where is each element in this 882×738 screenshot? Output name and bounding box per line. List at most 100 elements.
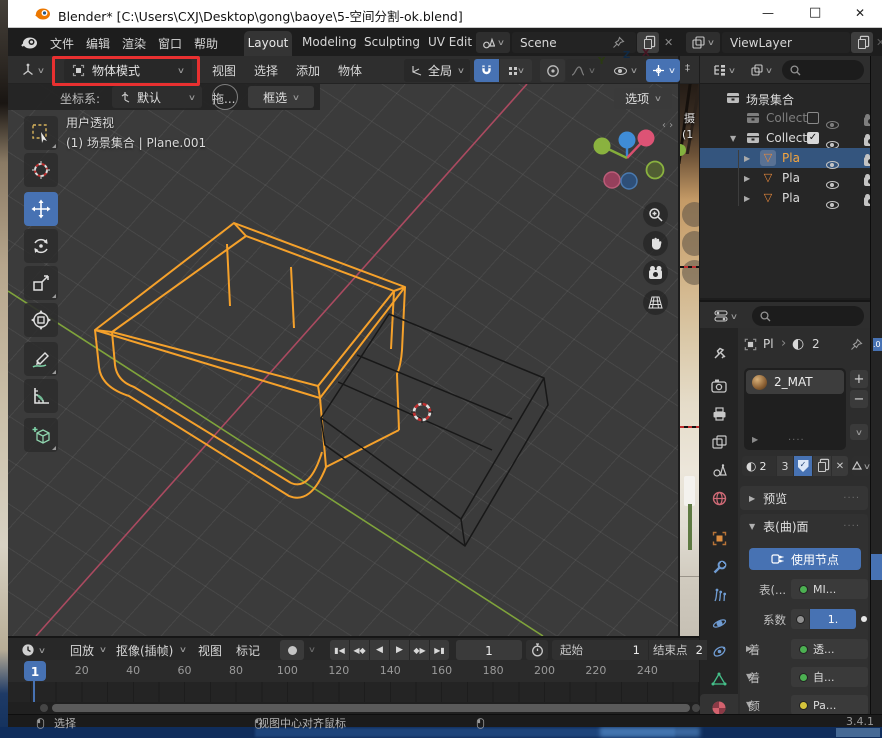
next-keyframe-button[interactable]: ◆▶ — [410, 640, 429, 660]
menu-add[interactable]: 添加 — [296, 62, 320, 79]
gizmo-y-label[interactable]: Y — [598, 56, 605, 67]
pan-button[interactable] — [643, 231, 668, 256]
resize-grip[interactable]: ···· — [788, 435, 805, 446]
tab-scene[interactable] — [700, 456, 738, 484]
outliner-row-collection[interactable]: ▼ Collect — [700, 128, 871, 148]
auto-keying-button[interactable] — [280, 640, 304, 660]
ortho-toggle-button[interactable] — [643, 290, 668, 315]
falloff-dropdown[interactable] — [566, 59, 600, 82]
outliner-row-object[interactable]: ▶ ▽ Pla — [700, 168, 871, 188]
surface-shader-widget[interactable]: MI... — [791, 579, 868, 599]
zoom-button[interactable] — [643, 202, 668, 227]
material-browse-field[interactable]: ◐ 2 — [742, 456, 776, 476]
gizmos-dropdown[interactable] — [646, 59, 680, 82]
gizmo-z-label[interactable]: Z — [623, 50, 630, 61]
outliner-search-input[interactable] — [782, 60, 864, 80]
viewlayer-browse-button[interactable] — [686, 32, 720, 53]
tab-output[interactable] — [700, 400, 738, 428]
menu-view-timeline[interactable]: 视图 — [198, 642, 222, 659]
jump-to-end-button[interactable]: ▶▮ — [430, 640, 449, 660]
prev-keyframe-button[interactable]: ◀◆ — [350, 640, 369, 660]
outliner-row-collection-hidden[interactable]: Collect — [700, 108, 871, 128]
scene-unlink-icon[interactable]: ✕ — [664, 36, 673, 49]
breadcrumb-object[interactable]: Pl — [763, 337, 774, 351]
options-dropdown[interactable]: 选项 — [614, 88, 672, 109]
tab-physics[interactable] — [700, 609, 738, 637]
menu-render[interactable]: 渲染 — [122, 35, 146, 52]
editor-type-button[interactable] — [14, 59, 50, 81]
current-frame-indicator[interactable]: 1 — [24, 661, 46, 681]
outliner-filter-button[interactable] — [744, 60, 778, 80]
tool-cursor[interactable] — [24, 153, 58, 187]
viewlayer-name-field[interactable]: ViewLayer — [722, 32, 850, 53]
material-slot-list[interactable]: 2_MAT ▶ ···· — [744, 368, 846, 450]
remove-slot-button[interactable]: − — [850, 390, 868, 408]
timeline-editor-type-button[interactable] — [14, 640, 52, 660]
viewport-3d[interactable]: Y Z X 用户透视 (1) 场景集合 | Plane.001 坐标系: 默认 … — [8, 84, 678, 636]
shader1-widget[interactable]: 透... — [791, 639, 868, 659]
material-slot-row[interactable]: 2_MAT — [746, 370, 844, 394]
visibility-dropdown[interactable] — [608, 59, 642, 82]
use-nodes-button[interactable]: 使用节点 — [749, 548, 861, 570]
exclude-checkbox[interactable] — [807, 132, 819, 144]
play-button[interactable]: ▶ — [390, 640, 409, 660]
tool-measure[interactable] — [24, 379, 58, 413]
keyframe-dot[interactable] — [861, 616, 867, 622]
menu-window[interactable]: 窗口 — [158, 35, 182, 52]
scene-browse-button[interactable] — [476, 32, 510, 53]
coord-system-dropdown[interactable]: 默认 — [112, 86, 202, 108]
menu-playback[interactable]: 回放 — [70, 642, 94, 659]
outliner-row-object[interactable]: ▶ ▽ Pla — [700, 188, 871, 208]
box-select-dropdown[interactable]: 框选 — [248, 86, 314, 108]
expand-triangle-icon[interactable]: ▶ — [744, 154, 750, 163]
camera-view-button[interactable] — [643, 260, 668, 285]
menu-object[interactable]: 物体 — [338, 62, 362, 79]
workspace-tab-modeling[interactable]: Modeling — [302, 35, 357, 49]
tab-view-layer[interactable] — [700, 428, 738, 456]
add-slot-button[interactable]: + — [850, 370, 868, 388]
scrollbar-right-cap[interactable] — [692, 704, 700, 712]
pin-icon[interactable] — [612, 36, 625, 49]
scrollbar-thumb[interactable] — [52, 704, 690, 712]
scrollbar-left-cap[interactable] — [40, 704, 48, 712]
expand-triangle-icon[interactable]: ▶ — [744, 174, 750, 183]
menu-edit[interactable]: 编辑 — [86, 35, 110, 52]
gizmo-x-label[interactable]: X — [642, 48, 650, 59]
timeline-ruler[interactable]: 20 40 60 80 100 120 140 160 180 200 220 … — [8, 660, 699, 682]
outliner-row-object-selected[interactable]: ▶ ▽ Pla — [700, 148, 871, 168]
tab-object[interactable] — [700, 524, 738, 552]
scene-name-field[interactable]: Scene — [512, 32, 636, 53]
fake-user-toggle[interactable]: ✓ — [794, 456, 812, 476]
current-frame-field[interactable]: 1 — [456, 640, 522, 660]
unlink-material-button[interactable]: ✕ — [832, 456, 848, 476]
tab-tool[interactable] — [700, 338, 738, 366]
outliner-row-scene-collection[interactable]: 场景集合 — [700, 88, 871, 108]
menu-select[interactable]: 选择 — [254, 62, 278, 79]
menu-view[interactable]: 视图 — [212, 62, 236, 79]
timeline-track-area[interactable] — [8, 682, 699, 702]
expand-triangle-icon[interactable]: ▼ — [730, 134, 736, 143]
workspace-tab-sculpting[interactable]: Sculpting — [364, 35, 420, 49]
shader2-widget[interactable]: 自... — [791, 667, 868, 687]
pin-icon[interactable] — [850, 338, 863, 351]
exclude-checkbox[interactable] — [807, 112, 819, 124]
object-icon[interactable] — [744, 338, 757, 351]
use-preview-range-button[interactable] — [526, 640, 548, 660]
snap-settings-dropdown[interactable] — [500, 59, 532, 82]
outliner-display-mode-button[interactable] — [707, 60, 741, 80]
new-material-button[interactable] — [813, 456, 831, 476]
breadcrumb-material[interactable]: 2 — [812, 337, 820, 351]
blender-logo-menu[interactable] — [20, 35, 38, 50]
maximize-button[interactable]: □ — [809, 5, 821, 20]
viewlayer-new-button[interactable] — [851, 32, 873, 53]
workspace-tab-layout[interactable]: Layout — [244, 31, 292, 56]
menu-keying[interactable]: 抠像(插帧) — [116, 642, 173, 659]
material-sphere-icon[interactable]: ◐ — [792, 336, 804, 352]
orientation-dropdown[interactable]: 全局 — [404, 59, 470, 82]
tool-transform[interactable] — [24, 303, 58, 337]
slot-list-expand-icon[interactable]: ▶ — [752, 435, 758, 444]
panel-grip[interactable]: ···· — [843, 521, 860, 532]
region-toggle-arrows[interactable]: ‹ › — [662, 120, 673, 131]
panel-grip[interactable]: ···· — [843, 493, 860, 504]
jump-to-start-button[interactable]: ▮◀ — [330, 640, 349, 660]
